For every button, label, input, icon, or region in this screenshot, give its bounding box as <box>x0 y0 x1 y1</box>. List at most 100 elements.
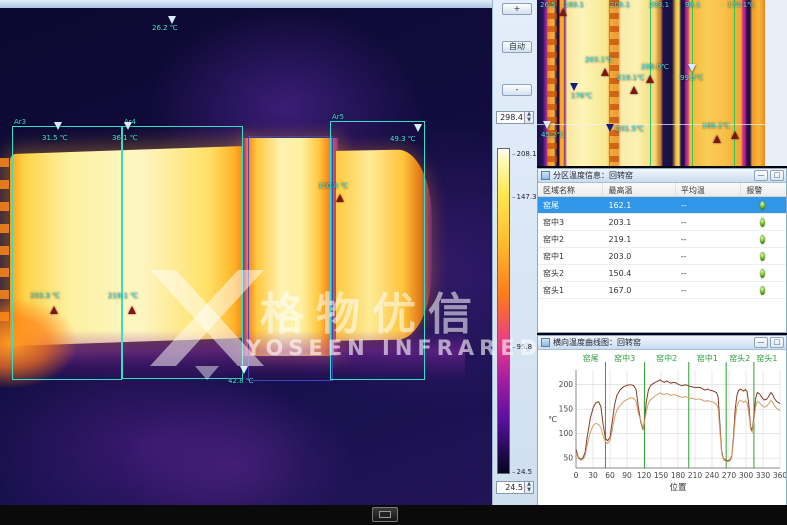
temp-label: 219.1 ℃ <box>108 292 138 300</box>
table-row[interactable]: 窑头2150.4-- <box>538 265 786 282</box>
measure-region-box[interactable] <box>248 136 333 381</box>
measure-line[interactable] <box>734 0 735 166</box>
temp-label: 174.1℃ <box>727 1 755 9</box>
zone-avg-temp: -- <box>676 218 741 227</box>
panel-background <box>765 0 787 166</box>
table-row[interactable]: 窑中1203.0-- <box>538 248 786 265</box>
chevron-down-icon[interactable]: ▼ <box>525 488 533 494</box>
temp-label: 42.8 ℃ <box>228 377 254 385</box>
chart-icon <box>541 338 550 347</box>
temperature-curve-chart: 0306090120150180210240270300330360501001… <box>538 350 786 500</box>
scale-max-spinbox[interactable]: 298.4 ▲ ▼ <box>496 111 534 124</box>
measure-line[interactable] <box>565 0 566 166</box>
colorbar-tick: 24.5 <box>512 468 532 476</box>
temperature-colorbar[interactable] <box>497 148 510 474</box>
column-header-name[interactable]: 区域名称 <box>538 183 603 196</box>
measure-region-Ar3[interactable]: Ar3 <box>12 126 122 380</box>
panel-minimize-button[interactable]: — <box>754 170 768 181</box>
alarm-cell <box>741 201 786 210</box>
scale-plus-button[interactable]: + <box>502 3 532 15</box>
main-thermal-view[interactable]: Ar3Ar4Ar526.2 ℃31.5 ℃36.1 ℃49.3 ℃42.8 ℃2… <box>0 8 492 505</box>
max-temp-marker-icon <box>630 86 638 94</box>
alarm-status-led <box>760 269 765 278</box>
temp-label: 45.2℃ <box>541 131 564 139</box>
zone-name: 窑尾 <box>538 200 603 211</box>
min-temp-marker-icon <box>606 124 614 132</box>
max-temp-marker-icon <box>50 306 58 314</box>
zone-name: 窑头1 <box>538 285 603 296</box>
svg-text:窑中2: 窑中2 <box>656 353 677 363</box>
colorbar-tick: 208.1 <box>512 150 537 158</box>
alarm-cell <box>741 218 786 227</box>
column-header-avg[interactable]: 平均温 <box>676 183 741 196</box>
column-header-alarm[interactable]: 报警 <box>741 183 786 196</box>
max-temp-marker-icon <box>646 75 654 83</box>
svg-text:300: 300 <box>739 471 754 480</box>
panel-minimize-button[interactable]: — <box>754 337 768 348</box>
svg-text:360: 360 <box>773 471 786 480</box>
chevron-down-icon[interactable]: ▼ <box>525 118 533 124</box>
measure-line[interactable] <box>692 0 693 166</box>
chart-panel-titlebar[interactable]: 横向温度曲线图：回转窑 — □ <box>538 336 786 350</box>
taskbar-window-icon[interactable] <box>372 507 398 522</box>
svg-text:90: 90 <box>622 471 632 480</box>
table-row[interactable]: 窑中2219.1-- <box>538 231 786 248</box>
temp-label: 26.5 <box>540 1 556 9</box>
measure-line[interactable] <box>609 0 610 166</box>
svg-text:150: 150 <box>654 471 669 480</box>
scale-min-value: 24.5 <box>497 483 524 492</box>
table-row[interactable]: 窑尾162.1-- <box>538 197 786 214</box>
measure-region-Ar5[interactable]: Ar5 <box>330 121 425 380</box>
thermal-dot-column <box>609 0 619 166</box>
max-temp-marker-icon <box>731 131 739 139</box>
scale-minus-button[interactable]: - <box>502 84 532 96</box>
temp-label: 26.2 ℃ <box>152 24 178 32</box>
measure-region-Ar4[interactable]: Ar4 <box>122 126 243 379</box>
scale-min-spinbox[interactable]: 24.5 ▲ ▼ <box>496 481 534 494</box>
min-temp-marker-icon <box>240 366 248 374</box>
min-temp-marker-icon <box>543 121 551 129</box>
zone-table-titlebar[interactable]: 分区温度信息：回转窑 — □ <box>538 169 786 183</box>
temp-label: 49.3 ℃ <box>390 135 416 143</box>
svg-text:270: 270 <box>722 471 737 480</box>
temp-label: 203.1 <box>649 1 669 9</box>
thermal-dot-column <box>547 0 557 166</box>
measure-line[interactable] <box>650 0 651 166</box>
spinbox-arrows[interactable]: ▲ ▼ <box>524 482 533 493</box>
temp-label: 209.0℃ <box>641 63 669 71</box>
svg-text:30: 30 <box>588 471 598 480</box>
max-temp-marker-icon <box>713 135 721 143</box>
temp-label: 98.1 <box>685 1 701 9</box>
table-row[interactable]: 窑头1167.0-- <box>538 282 786 299</box>
secondary-thermal-view[interactable]: 26.5 160.1 200.1 203.1 98.1 174.1℃ 203.1℃ 209.0… <box>537 0 765 166</box>
zone-max-temp: 167.0 <box>603 286 675 295</box>
zone-table-title: 分区温度信息：回转窑 <box>553 170 752 181</box>
temp-label: 99.5℃ <box>680 74 703 82</box>
app-window: Ar3Ar4Ar526.2 ℃31.5 ℃36.1 ℃49.3 ℃42.8 ℃2… <box>0 0 787 525</box>
temp-label: 203.3 ℃ <box>30 292 60 300</box>
table-row[interactable]: 窑中3203.1-- <box>538 214 786 231</box>
zone-avg-temp: -- <box>676 235 741 244</box>
zone-avg-temp: -- <box>676 201 741 210</box>
alarm-status-led <box>760 218 765 227</box>
temp-label: 203.1℃ <box>585 56 613 64</box>
scale-auto-button[interactable]: 自动 <box>502 41 532 53</box>
svg-text:330: 330 <box>756 471 771 480</box>
temp-label: 200.1 <box>610 1 630 9</box>
min-temp-marker-icon <box>168 16 176 24</box>
colorbar-tick: 147.3 <box>512 193 537 201</box>
palette-control-panel: + 自动 - 298.4 ▲ ▼ 24.5 ▲ ▼ 208.1 147.3 95.8… <box>492 0 537 505</box>
column-header-max[interactable]: 最高温 <box>603 183 675 196</box>
panel-restore-button[interactable]: □ <box>770 337 784 348</box>
spinbox-arrows[interactable]: ▲ ▼ <box>524 112 533 123</box>
max-temp-marker-icon <box>559 8 567 16</box>
temp-label: 160.1 <box>564 1 584 9</box>
scale-max-value: 298.4 <box>497 113 524 122</box>
svg-text:50: 50 <box>563 454 573 463</box>
window-titlebar-strip <box>0 0 537 8</box>
thermal-edge-hotspots <box>0 158 9 333</box>
svg-text:200: 200 <box>559 380 574 389</box>
colorbar-tick: 95.8 <box>512 343 532 351</box>
alarm-cell <box>741 286 786 295</box>
panel-restore-button[interactable]: □ <box>770 170 784 181</box>
